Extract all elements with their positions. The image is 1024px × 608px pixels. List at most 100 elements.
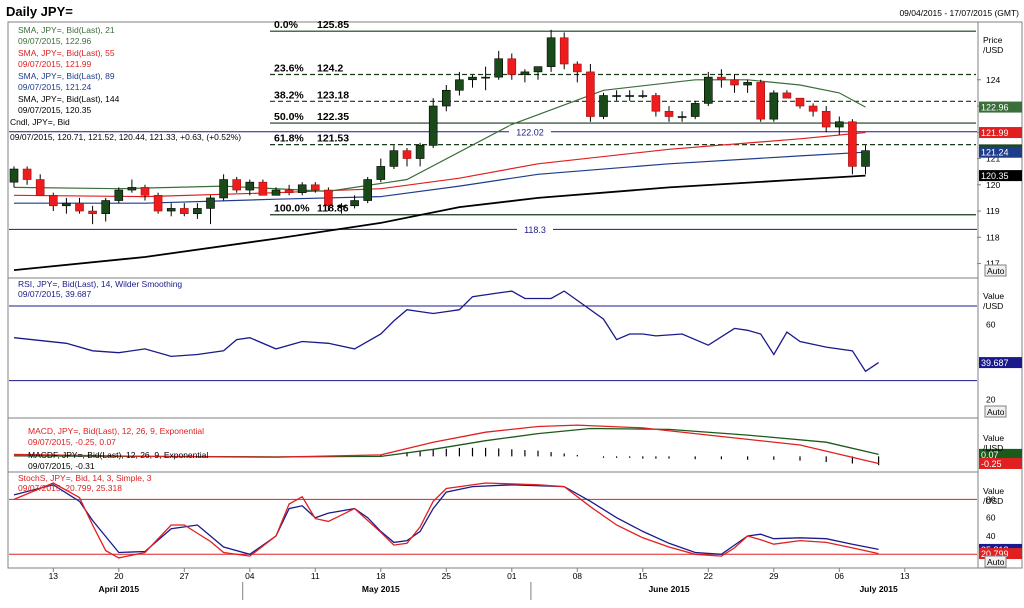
candle-body [350,200,359,207]
candle-body [180,208,189,214]
candle-body [782,92,792,99]
candle-body [468,76,477,81]
stoch-auto-label[interactable]: Auto [987,557,1005,567]
candle-body [35,179,45,196]
candle-body [127,187,137,191]
x-tick-label: 22 [704,571,714,581]
x-tick-label: 01 [507,571,517,581]
candle-body [677,116,687,118]
candle-body [193,208,202,214]
candle-body [717,76,726,81]
candle-body [769,92,779,120]
legend-sma21-value: 09/07/2015, 122.96 [18,36,92,46]
macd-axis-title: Value [983,433,1004,443]
rsi-tick-label: 20 [986,394,996,404]
price-auto-button[interactable]: Auto [984,264,1007,277]
price-value-tag-label: 121.99 [981,128,1009,138]
candle-body [389,150,399,167]
macd-legend-value: 09/07/2015, -0.25, 0.07 [28,437,116,447]
candle-body [821,110,831,128]
candle-body [206,197,215,209]
candle-body [730,79,739,86]
legend-sma55-name: SMA, JPY=, Bid(Last), 55 [18,48,115,58]
candle-body [808,105,818,112]
rsi-value-tag-label: 39.687 [981,358,1009,368]
x-tick-label: 15 [638,571,648,581]
candle-body [62,202,71,207]
candle-body [559,37,569,65]
candle-body [363,179,373,201]
candle-body [612,95,621,97]
price-axis-unit: /USD [983,45,1003,55]
legend-sma89-name: SMA, JPY=, Bid(Last), 89 [18,71,115,81]
candle-body [428,105,438,146]
fib-level-value: 124.2 [317,63,343,75]
candle-body [258,181,268,196]
rsi-auto-button[interactable]: Auto [984,405,1007,418]
fib-level-percent: 0.0% [274,19,299,31]
x-tick-label: 04 [245,571,255,581]
x-month-label: July 2015 [859,584,898,594]
candle-body [743,82,752,86]
rsi-legend-value: 09/07/2015, 39.687 [18,289,92,299]
price-auto-label[interactable]: Auto [987,266,1005,276]
candle-body [101,200,110,214]
fib-level-percent: 50.0% [274,111,304,123]
rsi-auto-label[interactable]: Auto [987,407,1005,417]
fib-level-percent: 100.0% [274,203,310,215]
x-tick-label: 06 [835,571,845,581]
fib-level-percent: 61.8% [274,133,304,145]
price-tick-label: 120 [986,180,1000,190]
candle-body [455,79,464,91]
stoch-legend-value: 09/07/2015, 20.799, 25.318 [18,483,122,493]
candle-body [166,208,176,212]
chart-canvas: Daily JPY= 09/04/2015 - 17/07/2015 (GMT)… [0,0,1024,608]
x-tick-label: 13 [900,571,910,581]
legend-sma144-value: 09/07/2015, 120.35 [18,105,92,115]
candle-body [651,95,661,112]
candle-body [9,168,19,183]
fib-level-value: 125.85 [317,19,349,31]
x-tick-label: 08 [573,571,583,581]
fib-level-value: 121.53 [317,133,349,145]
fib-level-percent: 38.2% [274,89,304,101]
price-value-tag-label: 121.24 [981,148,1009,158]
candle-body [153,194,163,212]
x-tick-label: 13 [49,571,59,581]
fib-level-value: 118.86 [317,203,349,215]
legend-sma144-name: SMA, JPY=, Bid(Last), 144 [18,94,120,104]
legend-sma89-value: 09/07/2015, 121.24 [18,82,92,92]
candle-body [481,76,490,79]
x-month-label: May 2015 [362,584,400,594]
fib-level-value: 123.18 [317,89,349,101]
candle-body [441,89,451,107]
rsi-legend-name: RSI, JPY=, Bid(Last), 14, Wilder Smoothi… [18,279,182,289]
legend-sma55-value: 09/07/2015, 121.99 [18,59,92,69]
price-tick-label: 124 [986,75,1000,85]
candle-body [310,184,320,191]
candle-body [271,189,281,196]
macdf-legend-value: 09/07/2015, -0.31 [28,461,95,471]
macd-legend-name: MACD, JPY=, Bid(Last), 12, 26, 9, Expone… [28,426,204,436]
stoch-auto-button[interactable]: Auto [984,555,1007,568]
date-range: 09/04/2015 - 17/07/2015 (GMT) [899,8,1019,18]
candle-body [546,37,556,67]
candle-body [402,150,412,159]
candle-body [690,103,700,117]
candle-body [219,179,228,199]
candle-body [245,181,255,191]
candle-body [376,166,386,180]
candle-body [638,95,648,97]
candle-body [114,189,124,201]
candle-body [572,63,582,73]
stoch-axis-title: Value [983,486,1004,496]
fib-level-percent: 23.6% [274,63,304,75]
candle-body [625,95,635,97]
horizontal-level-label: 118.3 [524,225,546,235]
candle-body [756,82,766,120]
legend-cndl-name: Cndl, JPY=, Bid [10,117,70,127]
candle-body [284,189,294,193]
candle-body [48,194,58,207]
candle-body [664,110,674,117]
candle-body [520,71,530,75]
